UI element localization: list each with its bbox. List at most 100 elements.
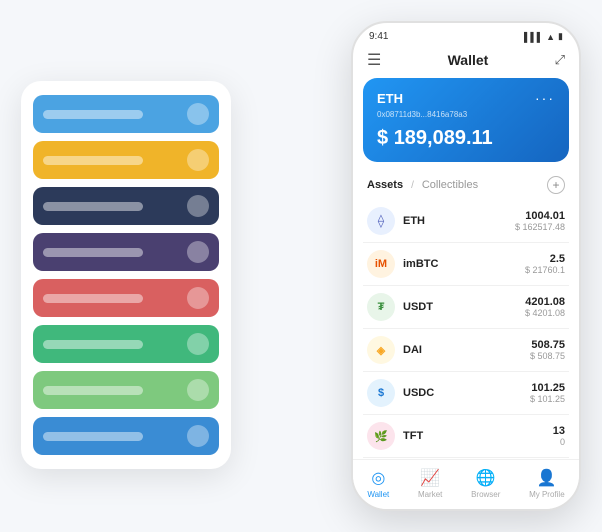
asset-name: USDT: [403, 301, 517, 313]
eth-dots-menu[interactable]: ···: [535, 90, 555, 106]
asset-amount-usd: $ 101.25: [530, 394, 565, 404]
asset-amounts: 4201.08 $ 4201.08: [525, 296, 565, 318]
card-icon: [187, 195, 209, 217]
table-row[interactable]: 🌿 TFT 13 0: [363, 415, 569, 458]
usdc-icon: $: [367, 379, 395, 407]
eth-address: 0x08711d3b...8416a78a3: [377, 110, 555, 119]
browser-nav-icon: 🌐: [476, 468, 496, 488]
card-icon: [187, 103, 209, 125]
list-item[interactable]: [33, 141, 219, 179]
card-bar: [43, 340, 143, 349]
asset-amount-main: 101.25: [530, 382, 565, 394]
nav-item-market[interactable]: 📈 Market: [418, 468, 442, 499]
eth-card[interactable]: ETH ··· 0x08711d3b...8416a78a3 $ 189,089…: [363, 78, 569, 162]
card-bar: [43, 156, 143, 165]
nav-label-market: Market: [418, 490, 442, 499]
status-icons: ▌▌▌ ▲ ▮: [524, 31, 563, 42]
asset-amount-main: 1004.01: [515, 210, 565, 222]
wifi-icon: ▲: [546, 32, 555, 42]
asset-amounts: 508.75 $ 508.75: [530, 339, 565, 361]
asset-amount-usd: 0: [553, 437, 565, 447]
nav-item-wallet[interactable]: ◎ Wallet: [367, 468, 389, 499]
asset-amount-main: 2.5: [525, 253, 565, 265]
list-item[interactable]: [33, 95, 219, 133]
asset-name: USDC: [403, 387, 522, 399]
list-item[interactable]: [33, 279, 219, 317]
eth-balance: $ 189,089.11: [377, 127, 555, 150]
nav-label-profile: My Profile: [529, 490, 565, 499]
asset-amount-usd: $ 508.75: [530, 351, 565, 361]
list-item[interactable]: [33, 233, 219, 271]
card-bar: [43, 294, 143, 303]
asset-name: DAI: [403, 344, 522, 356]
asset-amount-main: 508.75: [530, 339, 565, 351]
asset-list: ⟠ ETH 1004.01 $ 162517.48 iM imBTC 2.5 $…: [353, 200, 579, 459]
status-bar: 9:41 ▌▌▌ ▲ ▮: [353, 23, 579, 46]
balance-prefix: $: [377, 127, 388, 149]
nav-item-profile[interactable]: 👤 My Profile: [529, 468, 565, 499]
card-bar: [43, 386, 143, 395]
nav-label-browser: Browser: [471, 490, 500, 499]
asset-amount-main: 13: [553, 425, 565, 437]
asset-amount-usd: $ 162517.48: [515, 222, 565, 232]
card-bar: [43, 110, 143, 119]
card-icon: [187, 241, 209, 263]
market-nav-icon: 📈: [420, 468, 440, 488]
tab-collectibles[interactable]: Collectibles: [422, 179, 478, 191]
add-asset-button[interactable]: +: [547, 176, 565, 194]
card-stack: [21, 81, 231, 469]
imbtc-icon: iM: [367, 250, 395, 278]
asset-amounts: 2.5 $ 21760.1: [525, 253, 565, 275]
asset-amounts: 101.25 $ 101.25: [530, 382, 565, 404]
asset-name: TFT: [403, 430, 545, 442]
asset-amount-main: 4201.08: [525, 296, 565, 308]
eth-card-header: ETH ···: [377, 90, 555, 106]
list-item[interactable]: [33, 187, 219, 225]
card-icon: [187, 149, 209, 171]
table-row[interactable]: ₮ USDT 4201.08 $ 4201.08: [363, 286, 569, 329]
asset-name: imBTC: [403, 258, 517, 270]
card-icon: [187, 333, 209, 355]
menu-icon[interactable]: ☰: [367, 50, 381, 70]
assets-header: Assets / Collectibles +: [353, 172, 579, 200]
card-icon: [187, 379, 209, 401]
tft-icon: 🌿: [367, 422, 395, 450]
nav-item-browser[interactable]: 🌐 Browser: [471, 468, 500, 499]
asset-amount-usd: $ 21760.1: [525, 265, 565, 275]
table-row[interactable]: ◈ DAI 508.75 $ 508.75: [363, 329, 569, 372]
asset-amounts: 1004.01 $ 162517.48: [515, 210, 565, 232]
card-bar: [43, 248, 143, 257]
wallet-nav-icon: ◎: [371, 468, 385, 488]
battery-icon: ▮: [558, 31, 563, 42]
nav-label-wallet: Wallet: [367, 490, 389, 499]
card-icon: [187, 425, 209, 447]
card-icon: [187, 287, 209, 309]
assets-tabs: Assets / Collectibles: [367, 179, 478, 191]
phone-frame: 9:41 ▌▌▌ ▲ ▮ ☰ Wallet ⤢ ETH ··· 0x08711d…: [351, 21, 581, 511]
table-row[interactable]: $ USDC 101.25 $ 101.25: [363, 372, 569, 415]
top-nav: ☰ Wallet ⤢: [353, 46, 579, 78]
list-item[interactable]: [33, 325, 219, 363]
asset-amount-usd: $ 4201.08: [525, 308, 565, 318]
asset-amounts: 13 0: [553, 425, 565, 447]
status-time: 9:41: [369, 31, 388, 42]
balance-amount: 189,089.11: [394, 127, 493, 149]
table-row[interactable]: iM imBTC 2.5 $ 21760.1: [363, 243, 569, 286]
eth-icon: ⟠: [367, 207, 395, 235]
card-bar: [43, 432, 143, 441]
profile-nav-icon: 👤: [537, 468, 557, 488]
table-row[interactable]: ⟠ ETH 1004.01 $ 162517.48: [363, 200, 569, 243]
list-item[interactable]: [33, 371, 219, 409]
list-item[interactable]: [33, 417, 219, 455]
usdt-icon: ₮: [367, 293, 395, 321]
scene: 9:41 ▌▌▌ ▲ ▮ ☰ Wallet ⤢ ETH ··· 0x08711d…: [21, 21, 581, 511]
dai-icon: ◈: [367, 336, 395, 364]
expand-icon[interactable]: ⤢: [555, 52, 565, 68]
asset-name: ETH: [403, 215, 507, 227]
tab-assets[interactable]: Assets: [367, 179, 403, 191]
tab-divider: /: [411, 180, 414, 191]
signal-icon: ▌▌▌: [524, 32, 543, 42]
bottom-nav: ◎ Wallet 📈 Market 🌐 Browser 👤 My Profile: [353, 459, 579, 509]
eth-label: ETH: [377, 91, 403, 106]
page-title: Wallet: [448, 52, 489, 68]
